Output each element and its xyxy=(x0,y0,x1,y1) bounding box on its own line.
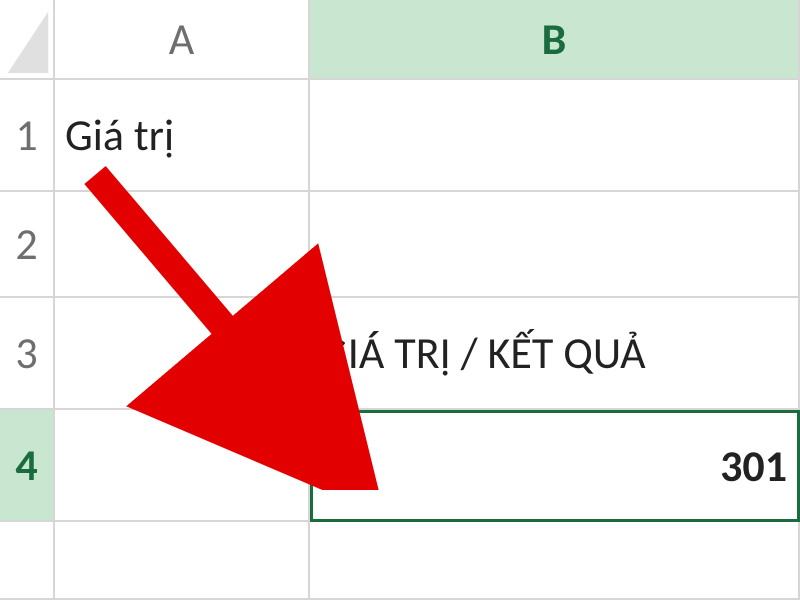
cell-B1[interactable] xyxy=(310,80,800,192)
cell-B3[interactable]: GIÁ TRỊ / KẾT QUẢ xyxy=(310,298,800,410)
cell-A3[interactable] xyxy=(55,298,310,410)
cell-A2[interactable] xyxy=(55,192,310,298)
cell-A5[interactable] xyxy=(55,522,310,600)
row-header-2[interactable]: 2 xyxy=(0,192,55,298)
cell-B5[interactable] xyxy=(310,522,800,600)
select-all-corner[interactable] xyxy=(0,0,55,80)
row-header-1[interactable]: 1 xyxy=(0,80,55,192)
column-header-B[interactable]: B xyxy=(310,0,800,80)
cell-B2[interactable] xyxy=(310,192,800,298)
row-header-4[interactable]: 4 xyxy=(0,410,55,522)
spreadsheet: A B 1 2 3 4 Giá trị GIÁ TRỊ / KẾT QUẢ 30… xyxy=(0,0,800,600)
cell-B4[interactable]: 301 xyxy=(310,410,800,522)
row-header-5[interactable] xyxy=(0,522,55,600)
column-header-A[interactable]: A xyxy=(55,0,310,80)
cell-A4[interactable] xyxy=(55,410,310,522)
row-header-3[interactable]: 3 xyxy=(0,298,55,410)
cell-A1[interactable]: Giá trị xyxy=(55,80,310,192)
